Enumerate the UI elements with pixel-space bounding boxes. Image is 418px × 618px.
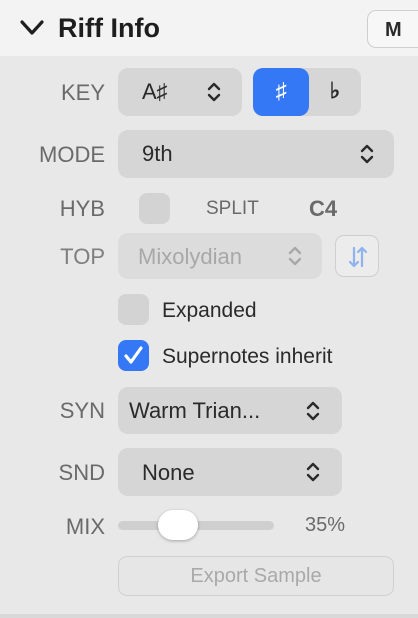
updown-chevron-icon bbox=[207, 82, 221, 102]
key-value: A♯ bbox=[142, 79, 168, 104]
top-value: Mixolydian bbox=[138, 244, 242, 269]
syn-popup[interactable]: Warm Trian... bbox=[118, 387, 342, 434]
top-label: TOP bbox=[60, 244, 105, 269]
expanded-checkbox[interactable] bbox=[118, 294, 149, 325]
split-label: SPLIT bbox=[206, 198, 259, 219]
snd-value: None bbox=[142, 460, 195, 485]
m-button-label: M bbox=[385, 19, 402, 41]
panel-title: Riff Info bbox=[58, 13, 160, 43]
sharp-label: ♯ bbox=[275, 78, 287, 103]
updown-chevron-icon bbox=[306, 401, 320, 420]
mix-slider-knob[interactable] bbox=[157, 510, 198, 540]
hyb-checkbox[interactable] bbox=[139, 193, 170, 224]
updown-chevron-icon bbox=[306, 462, 320, 482]
hyb-label: HYB bbox=[59, 196, 105, 221]
flat-label: ♭ bbox=[329, 78, 341, 103]
m-button[interactable]: M bbox=[367, 10, 418, 48]
chevron-down-icon[interactable] bbox=[20, 18, 44, 38]
mode-popup[interactable]: 9th bbox=[118, 130, 394, 178]
key-label: KEY bbox=[60, 80, 105, 105]
export-sample-button[interactable]: Export Sample bbox=[118, 556, 394, 596]
riff-info-header: Riff Info M bbox=[0, 0, 418, 56]
snd-popup[interactable]: None bbox=[118, 448, 342, 496]
export-sample-label: Export Sample bbox=[190, 565, 322, 587]
mode-label: MODE bbox=[39, 142, 105, 167]
mix-label: MIX bbox=[65, 514, 105, 539]
riff-info-panel: Riff Info M KEY A♯ ♯ ♭ MODE 9th HYB SPLI… bbox=[0, 0, 418, 618]
swap-button[interactable] bbox=[335, 235, 379, 277]
bottom-divider bbox=[0, 614, 418, 618]
top-popup[interactable]: Mixolydian bbox=[118, 233, 322, 279]
sharp-segment[interactable]: ♯ bbox=[253, 68, 309, 116]
snd-label: SND bbox=[58, 460, 105, 485]
updown-chevron-icon bbox=[288, 246, 302, 266]
mode-value: 9th bbox=[142, 141, 173, 166]
key-popup[interactable]: A♯ bbox=[118, 68, 242, 116]
split-value: C4 bbox=[309, 196, 338, 221]
updown-chevron-icon bbox=[360, 144, 374, 164]
flat-segment[interactable]: ♭ bbox=[309, 68, 361, 116]
swap-arrows-icon bbox=[348, 246, 368, 268]
mix-value: 35% bbox=[305, 514, 346, 536]
expanded-label: Expanded bbox=[162, 299, 257, 322]
syn-label: SYN bbox=[59, 398, 105, 423]
supernotes-inherit-checkbox[interactable] bbox=[118, 340, 149, 371]
supernotes-inherit-label: Supernotes inherit bbox=[162, 345, 333, 368]
accidental-segmented-control: ♯ ♭ bbox=[253, 68, 361, 116]
checkmark-icon bbox=[124, 346, 143, 364]
syn-value: Warm Trian... bbox=[129, 398, 261, 423]
